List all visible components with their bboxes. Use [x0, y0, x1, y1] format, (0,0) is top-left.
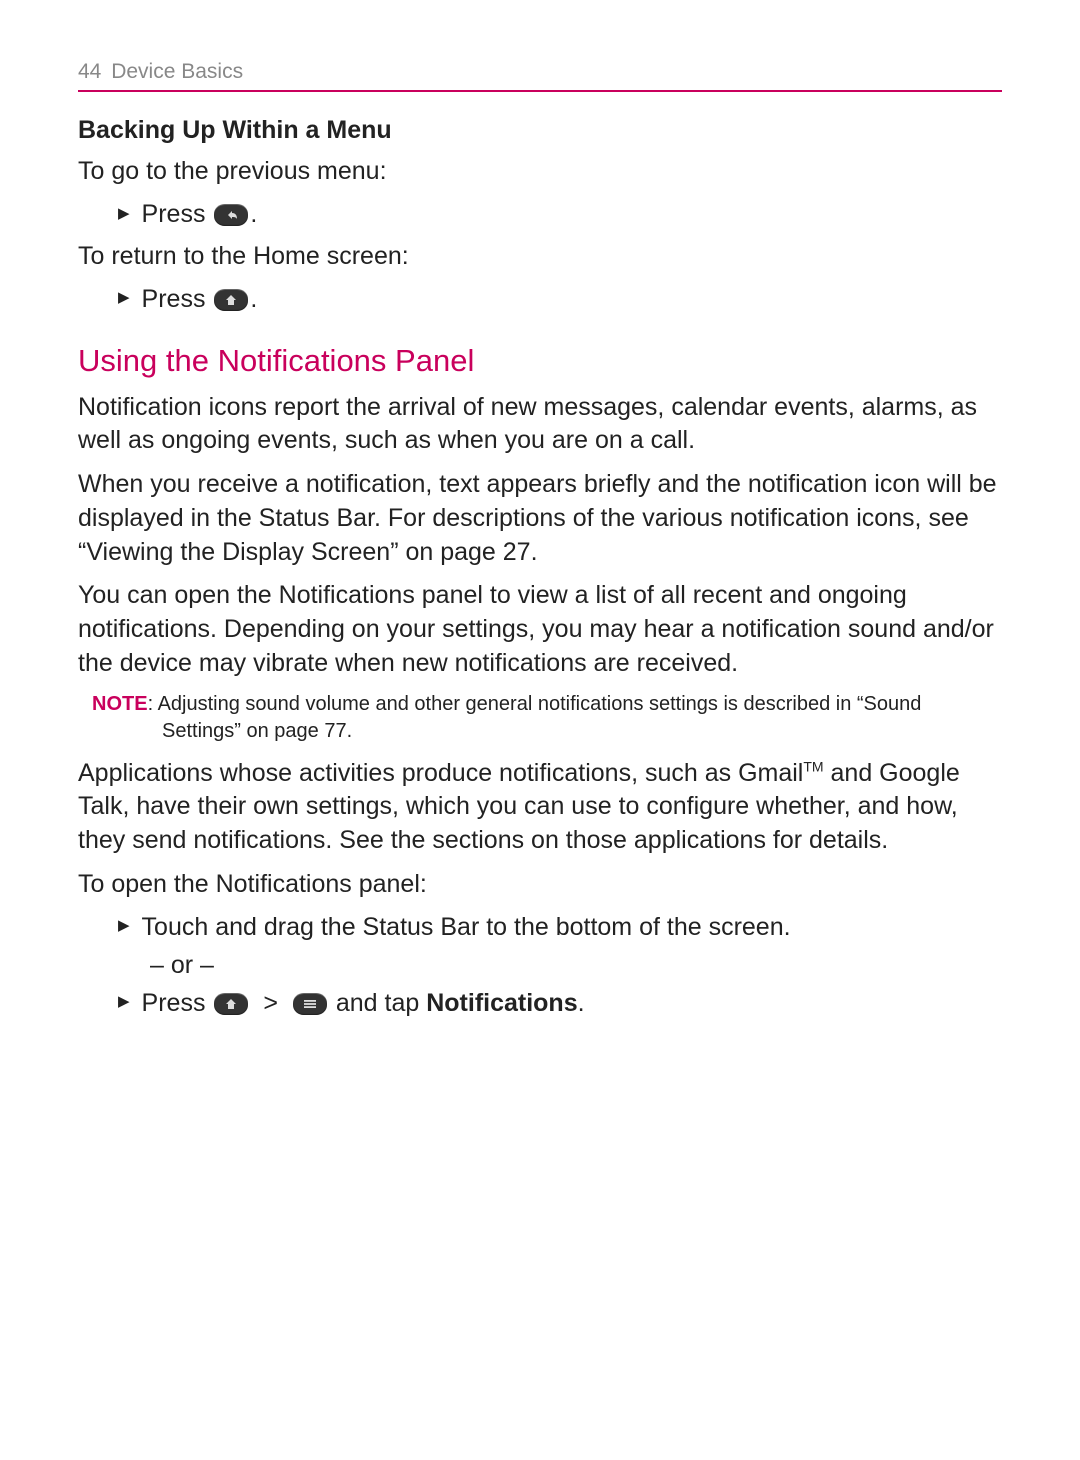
bullet-marker-icon: ▶ — [118, 915, 130, 936]
bullet-period: . — [578, 989, 585, 1017]
para-notif-4: Applications whose activities produce no… — [78, 757, 1002, 858]
bullet-marker-icon: ▶ — [118, 287, 130, 308]
or-separator: – or – — [150, 951, 1002, 980]
page-number: 44 — [78, 60, 101, 83]
body-home-screen: To return to the Home screen: — [78, 240, 1002, 274]
note-label: NOTE — [92, 693, 148, 715]
trademark-symbol: TM — [803, 758, 823, 774]
note-text: : Adjusting sound volume and other gener… — [148, 693, 922, 742]
subheading-open-notif: To open the Notifications panel: — [78, 868, 1002, 902]
bullet-text-notifications: Notifications — [426, 989, 577, 1017]
bullet-period: . — [250, 285, 257, 313]
bullet-text: Press — [142, 200, 213, 228]
menu-key-icon — [293, 993, 327, 1015]
manual-page: 44 Device Basics Backing Up Within a Men… — [0, 0, 1080, 1087]
bullet-marker-icon: ▶ — [118, 203, 130, 224]
para-notif-2: When you receive a notification, text ap… — [78, 468, 1002, 569]
bullet-text: Press — [142, 285, 213, 313]
breadcrumb-separator: > — [256, 989, 285, 1017]
section-title-notifications: Using the Notifications Panel — [78, 343, 1002, 379]
home-key-icon — [214, 289, 248, 311]
bullet-text: Touch and drag the Status Bar to the bot… — [142, 913, 791, 941]
para4-a: Applications whose activities produce no… — [78, 759, 803, 787]
note-block: NOTE: Adjusting sound volume and other g… — [92, 691, 1002, 745]
bullet-text-tap: and tap — [329, 989, 426, 1017]
bullet-press-home: ▶ Press . — [118, 282, 1002, 317]
subheading-backing-up: Backing Up Within a Menu — [78, 116, 1002, 145]
bullet-press-back: ▶ Press . — [118, 197, 1002, 232]
bullet-drag-status-bar: ▶ Touch and drag the Status Bar to the bo… — [118, 910, 1002, 945]
home-key-icon — [214, 993, 248, 1015]
body-previous-menu: To go to the previous menu: — [78, 155, 1002, 189]
bullet-text-press: Press — [142, 989, 213, 1017]
para-notif-1: Notification icons report the arrival of… — [78, 391, 1002, 459]
para-notif-3: You can open the Notifications panel to … — [78, 579, 1002, 680]
back-key-icon — [214, 204, 248, 226]
bullet-marker-icon: ▶ — [118, 991, 130, 1012]
chapter-title: Device Basics — [111, 60, 243, 83]
page-header: 44 Device Basics — [78, 60, 1002, 92]
bullet-period: . — [250, 200, 257, 228]
bullet-press-home-menu: ▶ Press > and tap Notifications. — [118, 986, 1002, 1021]
